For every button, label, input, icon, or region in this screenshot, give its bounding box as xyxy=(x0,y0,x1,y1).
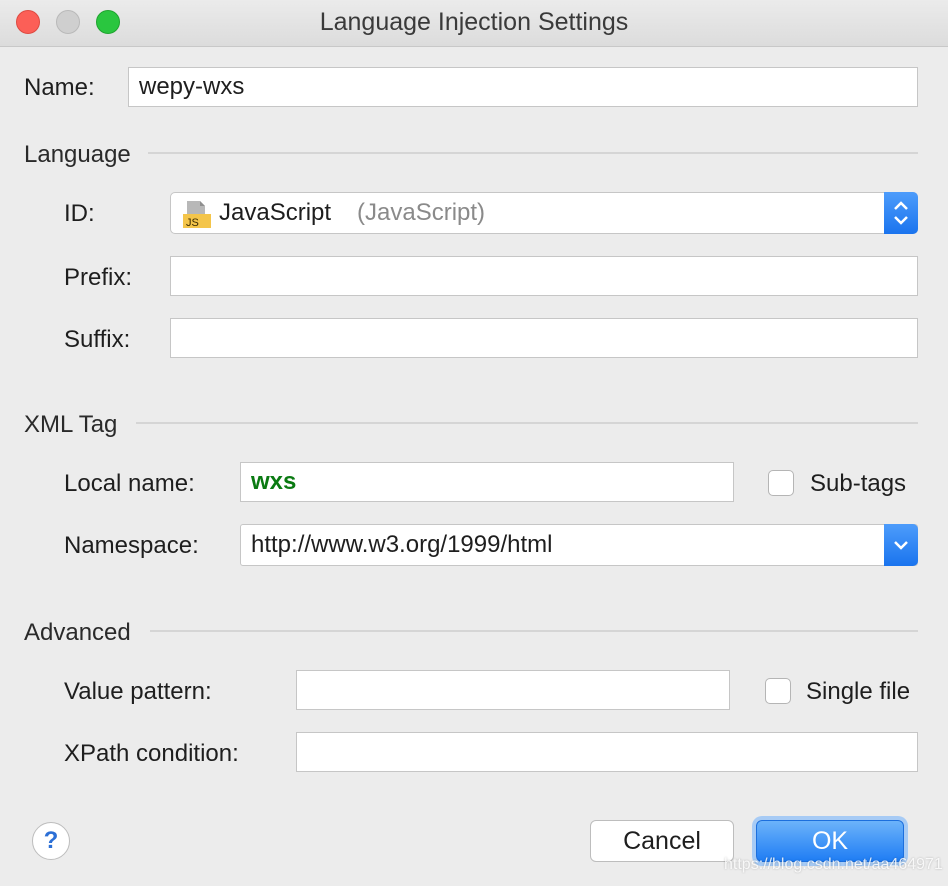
name-label: Name: xyxy=(24,74,95,101)
help-button[interactable]: ? xyxy=(32,822,70,860)
namespace-combobox[interactable]: http://www.w3.org/1999/html xyxy=(240,524,918,566)
xml-tag-section-divider xyxy=(136,422,918,424)
language-section-title: Language xyxy=(24,141,131,168)
language-id-value: JavaScript xyxy=(219,199,332,226)
language-id-hint: (JavaScript) xyxy=(357,199,486,226)
watermark-text: https://blog.csdn.net/aa464971 xyxy=(724,856,943,873)
language-section-divider xyxy=(148,152,918,154)
local-name-label: Local name: xyxy=(64,470,195,497)
single-file-checkbox[interactable] xyxy=(765,678,791,704)
sub-tags-checkbox[interactable] xyxy=(768,470,794,496)
id-label: ID: xyxy=(64,200,95,227)
single-file-label[interactable]: Single file xyxy=(806,678,910,706)
prefix-input[interactable] xyxy=(170,256,918,296)
language-id-dropdown-button[interactable] xyxy=(884,192,918,234)
js-file-icon: JS xyxy=(183,201,211,229)
language-id-combobox[interactable]: JS JavaScript (JavaScript) xyxy=(170,192,918,234)
chevron-down-icon xyxy=(894,541,908,550)
xpath-condition-input[interactable] xyxy=(296,732,918,772)
svg-text:JS: JS xyxy=(186,217,199,229)
namespace-value: http://www.w3.org/1999/html xyxy=(251,531,553,558)
namespace-dropdown-button[interactable] xyxy=(884,524,918,566)
name-input[interactable] xyxy=(128,67,918,107)
prefix-label: Prefix: xyxy=(64,264,133,291)
value-pattern-input[interactable] xyxy=(296,670,730,710)
sub-tags-label[interactable]: Sub-tags xyxy=(810,470,906,498)
namespace-label: Namespace: xyxy=(64,532,199,559)
up-down-chevron-icon xyxy=(894,201,908,225)
value-pattern-label: Value pattern: xyxy=(64,678,212,705)
advanced-section-divider xyxy=(150,630,918,632)
cancel-button[interactable]: Cancel xyxy=(590,820,734,862)
local-name-input[interactable] xyxy=(240,462,734,502)
suffix-input[interactable] xyxy=(170,318,918,358)
xpath-condition-label: XPath condition: xyxy=(64,740,239,767)
title-bar: Language Injection Settings xyxy=(0,0,948,47)
advanced-section-title: Advanced xyxy=(24,619,131,646)
suffix-label: Suffix: xyxy=(64,326,131,353)
xml-tag-section-title: XML Tag xyxy=(24,411,118,438)
window-title: Language Injection Settings xyxy=(319,8,629,36)
